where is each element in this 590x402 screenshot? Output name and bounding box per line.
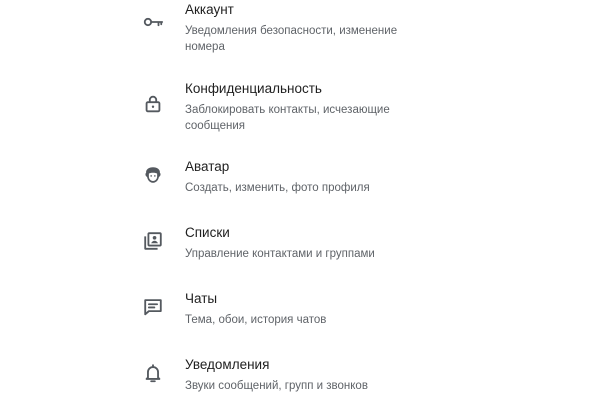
settings-item-subtitle: Тема, обои, история чатов — [185, 314, 327, 326]
settings-item-title: Уведомления — [185, 357, 270, 372]
chat-icon — [141, 295, 165, 319]
settings-item-account[interactable]: Аккаунт Уведомления безопасности, измене… — [0, 0, 590, 60]
settings-item-subtitle: Заблокировать контакты, исчезающие сообщ… — [185, 104, 390, 132]
settings-item-title: Аватар — [185, 159, 230, 174]
settings-item-notifications[interactable]: Уведомления Звуки сообщений, групп и зво… — [0, 348, 590, 400]
settings-item-subtitle: Управление контактами и группами — [185, 248, 375, 260]
settings-item-subtitle: Создать, изменить, фото профиля — [185, 182, 370, 194]
settings-item-subtitle: Уведомления безопасности, изменение номе… — [185, 25, 398, 53]
key-icon — [141, 10, 165, 34]
settings-item-title: Списки — [185, 225, 230, 240]
settings-item-lists[interactable]: Списки Управление контактами и группами — [0, 216, 590, 268]
contacts-list-icon — [141, 229, 165, 253]
settings-item-title: Аккаунт — [185, 2, 234, 17]
settings-item-avatar[interactable]: Аватар Создать, изменить, фото профиля — [0, 150, 590, 202]
settings-item-title: Чаты — [185, 291, 218, 306]
settings-list: Аккаунт Уведомления безопасности, измене… — [0, 0, 590, 402]
bell-icon — [141, 361, 165, 385]
settings-item-chats[interactable]: Чаты Тема, обои, история чатов — [0, 282, 590, 334]
avatar-icon — [141, 163, 165, 187]
lock-icon — [141, 92, 165, 116]
settings-item-privacy[interactable]: Конфиденциальность Заблокировать контакт… — [0, 72, 590, 134]
settings-item-subtitle: Звуки сообщений, групп и звонков — [185, 380, 368, 392]
settings-item-title: Конфиденциальность — [185, 81, 322, 96]
